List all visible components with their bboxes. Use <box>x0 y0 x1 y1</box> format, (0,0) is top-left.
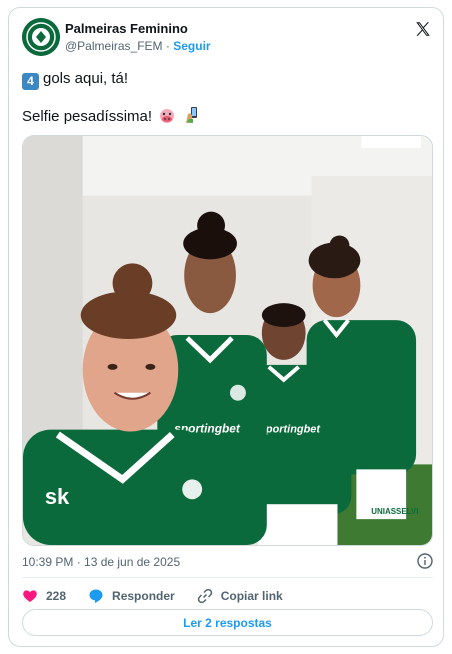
reply-bubble-icon <box>89 589 103 603</box>
author-name[interactable]: Palmeiras Feminino <box>65 21 188 36</box>
palmeiras-logo-icon <box>22 18 60 56</box>
heart-icon <box>23 590 37 602</box>
selfie-icon <box>186 107 198 123</box>
tweet-line2-text: Selfie pesadíssima! <box>22 108 153 125</box>
tweet-embed-card: Palmeiras Feminino @Palmeiras_FEM · Segu… <box>8 7 444 647</box>
cow-face-icon <box>160 109 175 123</box>
tweet-line1-text: gols aqui, tá! <box>43 70 129 87</box>
shorts-text: UNIASSELVI <box>371 507 418 516</box>
divider <box>22 577 433 578</box>
keycap-digit: 4 <box>22 73 39 90</box>
like-button[interactable]: 228 <box>22 588 66 604</box>
tweet-text-line2: Selfie pesadíssima! <box>22 106 200 125</box>
copy-link-button[interactable]: Copiar link <box>197 588 283 604</box>
tweet-photo[interactable]: UNIASSELVI sportingbet sportingbet sk <box>22 135 433 546</box>
avatar[interactable] <box>22 18 60 56</box>
like-count: 228 <box>46 589 67 603</box>
link-icon <box>197 588 212 604</box>
action-bar: 228 Responder Copiar link <box>22 586 305 606</box>
reply-label: Responder <box>112 589 175 603</box>
svg-text:sk: sk <box>45 484 70 509</box>
author-handle[interactable]: @Palmeiras_FEM <box>65 39 163 53</box>
read-replies-button[interactable]: Ler 2 respostas <box>22 609 433 636</box>
reply-button[interactable]: Responder <box>88 588 175 604</box>
players-selfie-image: UNIASSELVI sportingbet sportingbet sk <box>23 136 432 545</box>
tweet-timestamp[interactable]: 10:39 PM · 13 de jun de 2025 <box>22 555 180 569</box>
x-logo-icon[interactable] <box>414 20 432 38</box>
follow-button[interactable]: Seguir <box>173 39 210 53</box>
svg-text:sportingbet: sportingbet <box>260 424 322 436</box>
tweet-text-line1: 4 gols aqui, tá! <box>22 70 128 90</box>
separator: · <box>165 39 170 53</box>
author-handle-row: @Palmeiras_FEM · Seguir <box>65 39 211 53</box>
copy-link-label: Copiar link <box>220 589 283 603</box>
info-icon[interactable] <box>417 553 433 569</box>
